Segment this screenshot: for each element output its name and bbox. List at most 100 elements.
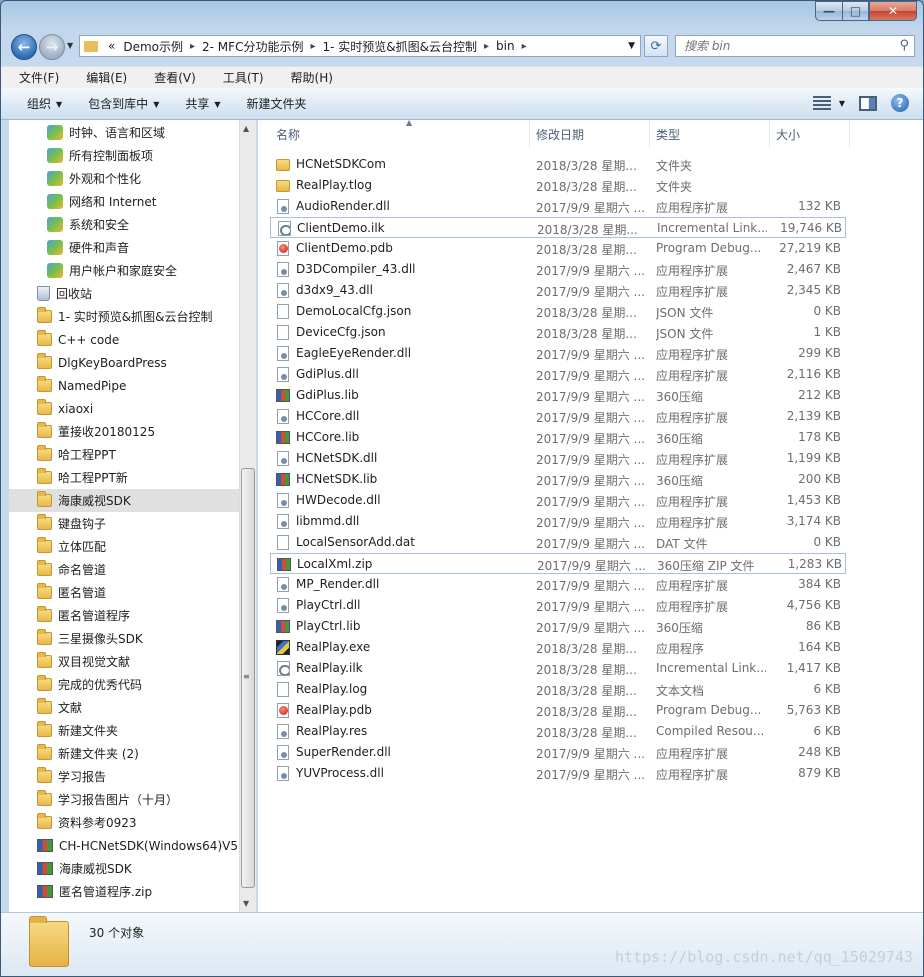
refresh-button[interactable]: ⟳ (644, 35, 668, 57)
menu-file[interactable]: 文件(F) (1, 69, 68, 86)
nav-item[interactable]: 哈工程PPT新 (9, 466, 239, 489)
file-row[interactable]: DeviceCfg.json 2018/3/28 星期... JSON 文件 1 KB (270, 322, 846, 343)
forward-button[interactable]: → (39, 34, 65, 60)
breadcrumb-item[interactable]: 1- 实时预览&抓图&云台控制 (318, 38, 481, 55)
address-bar[interactable]: « Demo示例 ▸ 2- MFC分功能示例 ▸ 1- 实时预览&抓图&云台控制… (79, 35, 641, 57)
nav-item[interactable]: 用户帐户和家庭安全 (9, 259, 239, 282)
nav-item[interactable]: 三星摄像头SDK (9, 627, 239, 650)
nav-item[interactable]: 系统和安全 (9, 213, 239, 236)
nav-item[interactable]: 回收站 (9, 282, 239, 305)
menu-tools[interactable]: 工具(T) (205, 69, 273, 86)
search-input[interactable] (684, 39, 884, 53)
breadcrumb-item[interactable]: Demo示例 (119, 38, 187, 55)
nav-item[interactable]: 资料参考0923 (9, 811, 239, 834)
file-row[interactable]: AudioRender.dll 2017/9/9 星期六 ... 应用程序扩展 132… (270, 196, 846, 217)
close-button[interactable]: ✕ (869, 1, 917, 21)
breadcrumb-overflow[interactable]: « (104, 39, 119, 53)
minimize-button[interactable]: — (815, 1, 842, 21)
organize-button[interactable]: 组织 ▼ (1, 95, 75, 112)
file-row[interactable]: GdiPlus.dll 2017/9/9 星期六 ... 应用程序扩展 2,116 K… (270, 364, 846, 385)
file-row[interactable]: GdiPlus.lib 2017/9/9 星期六 ... 360压缩 212 KB (270, 385, 846, 406)
nav-item[interactable]: C++ code (9, 328, 239, 351)
nav-item[interactable]: 1- 实时预览&抓图&云台控制 (9, 305, 239, 328)
file-row[interactable]: HCCore.lib 2017/9/9 星期六 ... 360压缩 178 KB (270, 427, 846, 448)
file-row[interactable]: DemoLocalCfg.json 2018/3/28 星期... JSON 文件 0… (270, 301, 846, 322)
chevron-right-icon[interactable]: ▸ (481, 41, 492, 52)
share-button[interactable]: 共享 ▼ (172, 95, 233, 112)
search-box[interactable]: ⚲ (675, 35, 915, 57)
nav-item[interactable]: 匿名管道程序.zip (9, 880, 239, 903)
file-row[interactable]: HWDecode.dll 2017/9/9 星期六 ... 应用程序扩展 1,453 … (270, 490, 846, 511)
nav-item[interactable]: 所有控制面板项 (9, 144, 239, 167)
file-row[interactable]: RealPlay.pdb 2018/3/28 星期... Program Debug… (270, 700, 846, 721)
nav-item[interactable]: 新建文件夹 (9, 719, 239, 742)
help-icon[interactable]: ? (891, 94, 909, 112)
file-row[interactable]: d3dx9_43.dll 2017/9/9 星期六 ... 应用程序扩展 2,345 … (270, 280, 846, 301)
chevron-right-icon[interactable]: ▸ (187, 41, 198, 52)
file-list[interactable]: 名称 ▲ 修改日期 类型 大小 HCNetSDKCom 2018/3/28 星期.… (258, 118, 906, 912)
nav-item[interactable]: 键盘钩子 (9, 512, 239, 535)
preview-pane-icon[interactable] (859, 95, 877, 111)
nav-item[interactable]: 海康威视SDK (9, 857, 239, 880)
chevron-right-icon[interactable]: ▸ (519, 41, 530, 52)
file-row[interactable]: EagleEyeRender.dll 2017/9/9 星期六 ... 应用程序扩展… (270, 343, 846, 364)
file-row[interactable]: HCCore.dll 2017/9/9 星期六 ... 应用程序扩展 2,139 KB (270, 406, 846, 427)
nav-item[interactable]: 时钟、语言和区域 (9, 121, 239, 144)
file-row[interactable]: PlayCtrl.lib 2017/9/9 星期六 ... 360压缩 86 KB (270, 616, 846, 637)
nav-item[interactable]: xiaoxi (9, 397, 239, 420)
file-row[interactable]: RealPlay.log 2018/3/28 星期... 文本文档 6 KB (270, 679, 846, 700)
file-row[interactable]: HCNetSDKCom 2018/3/28 星期... 文件夹 (270, 154, 846, 175)
file-row[interactable]: YUVProcess.dll 2017/9/9 星期六 ... 应用程序扩展 879 … (270, 763, 846, 784)
nav-item[interactable]: 学习报告 (9, 765, 239, 788)
nav-item[interactable]: 匿名管道程序 (9, 604, 239, 627)
file-row[interactable]: ClientDemo.ilk 2018/3/28 星期... Incremental… (270, 217, 846, 238)
file-row[interactable]: RealPlay.ilk 2018/3/28 星期... Incremental L… (270, 658, 846, 679)
change-view-button[interactable]: ▼ (812, 96, 845, 110)
file-row[interactable]: D3DCompiler_43.dll 2017/9/9 星期六 ... 应用程序扩展… (270, 259, 846, 280)
file-row[interactable]: RealPlay.tlog 2018/3/28 星期... 文件夹 (270, 175, 846, 196)
column-header-type[interactable]: 类型 (650, 120, 770, 148)
nav-item[interactable]: 海康威视SDK (9, 489, 239, 512)
nav-item[interactable]: CH-HCNetSDK(Windows64)V5. (9, 834, 242, 857)
nav-item[interactable]: NamedPipe (9, 374, 239, 397)
nav-item[interactable]: 命名管道 (9, 558, 239, 581)
breadcrumb-item[interactable]: 2- MFC分功能示例 (198, 38, 307, 55)
nav-item[interactable]: 董接收20180125 (9, 420, 239, 443)
nav-item[interactable]: 完成的优秀代码 (9, 673, 239, 696)
address-dropdown-icon[interactable]: ▼ (628, 41, 635, 51)
column-header-size[interactable]: 大小 (770, 120, 850, 148)
nav-item[interactable]: 外观和个性化 (9, 167, 239, 190)
navigation-pane[interactable]: 时钟、语言和区域 所有控制面板项 外观和个性化 网络和 Internet 系统和安全 硬件… (9, 120, 255, 912)
scroll-down-icon[interactable]: ▼ (243, 899, 249, 908)
include-in-library-button[interactable]: 包含到库中 ▼ (75, 95, 172, 112)
scroll-up-icon[interactable]: ▲ (243, 124, 249, 133)
navigation-scrollbar[interactable]: ▲ ≡ ▼ (239, 120, 256, 912)
column-header-date[interactable]: 修改日期 (530, 120, 650, 148)
file-row[interactable]: HCNetSDK.lib 2017/9/9 星期六 ... 360压缩 200 KB (270, 469, 846, 490)
nav-item[interactable]: 新建文件夹 (2) (9, 742, 239, 765)
file-row[interactable]: MP_Render.dll 2017/9/9 星期六 ... 应用程序扩展 384 K… (270, 574, 846, 595)
chevron-right-icon[interactable]: ▸ (307, 41, 318, 52)
nav-item[interactable]: 网络和 Internet (9, 190, 239, 213)
nav-item[interactable]: 双目视觉文献 (9, 650, 239, 673)
file-row[interactable]: PlayCtrl.dll 2017/9/9 星期六 ... 应用程序扩展 4,756 … (270, 595, 846, 616)
nav-item[interactable]: 硬件和声音 (9, 236, 239, 259)
new-folder-button[interactable]: 新建文件夹 (234, 95, 320, 112)
nav-item[interactable]: 哈工程PPT (9, 443, 239, 466)
file-row[interactable]: RealPlay.exe 2018/3/28 星期... 应用程序 164 KB (270, 637, 846, 658)
breadcrumb-item[interactable]: bin (492, 39, 519, 53)
menu-view[interactable]: 查看(V) (136, 69, 205, 86)
file-row[interactable]: LocalSensorAdd.dat 2017/9/9 星期六 ... DAT 文件… (270, 532, 846, 553)
back-button[interactable]: ← (11, 34, 37, 60)
file-row[interactable]: ClientDemo.pdb 2018/3/28 星期... Program Deb… (270, 238, 846, 259)
file-row[interactable]: SuperRender.dll 2017/9/9 星期六 ... 应用程序扩展 248… (270, 742, 846, 763)
file-row[interactable]: libmmd.dll 2017/9/9 星期六 ... 应用程序扩展 3,174 KB (270, 511, 846, 532)
column-header-name[interactable]: 名称 ▲ (270, 118, 530, 148)
search-icon[interactable]: ⚲ (899, 38, 909, 53)
nav-item[interactable]: 文献 (9, 696, 239, 719)
nav-item[interactable]: DlgKeyBoardPress (9, 351, 239, 374)
nav-item[interactable]: 匿名管道 (9, 581, 239, 604)
menu-edit[interactable]: 编辑(E) (68, 69, 136, 86)
file-row[interactable]: RealPlay.res 2018/3/28 星期... Compiled Reso… (270, 721, 846, 742)
menu-help[interactable]: 帮助(H) (273, 69, 342, 86)
